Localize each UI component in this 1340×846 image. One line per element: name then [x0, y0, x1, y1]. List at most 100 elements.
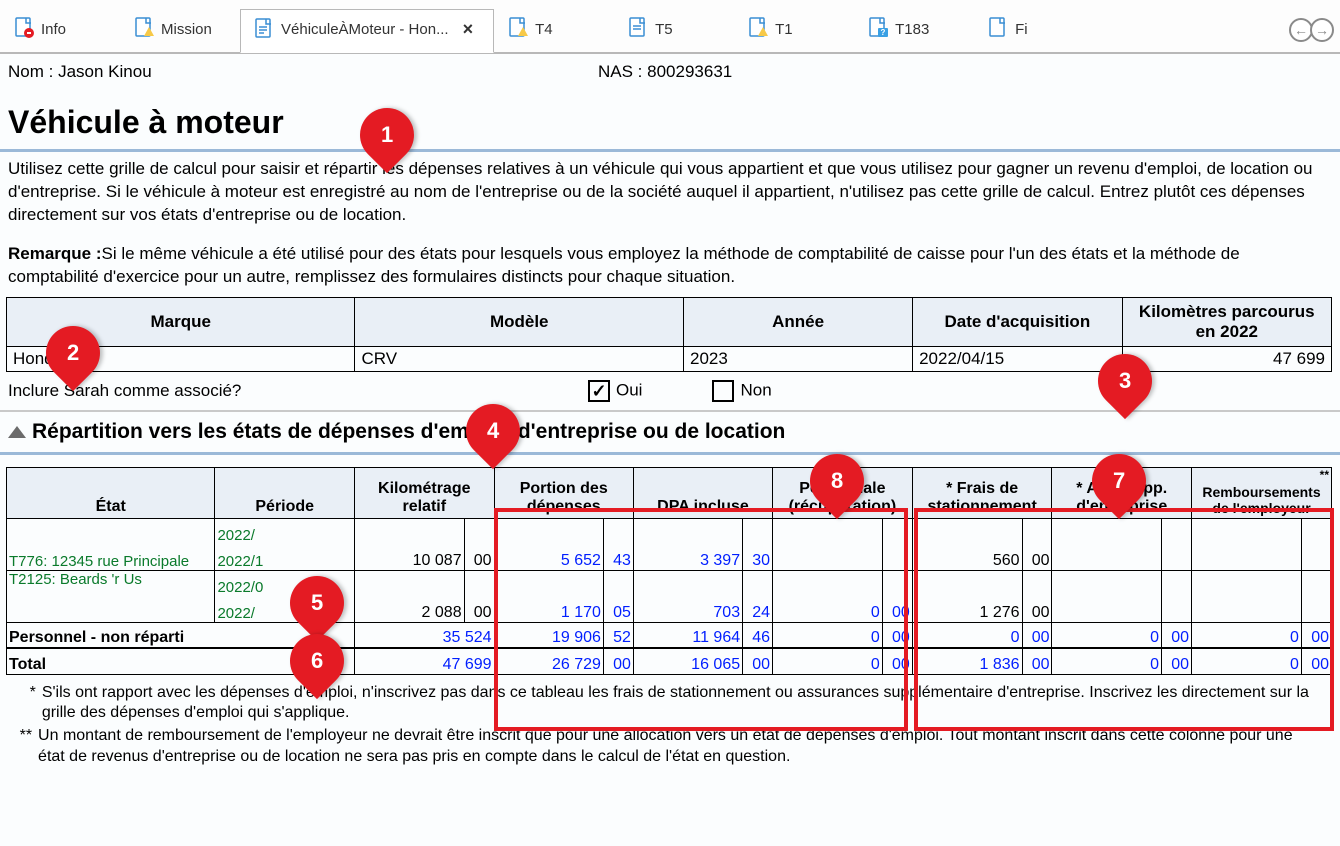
cell-ass-int: 0 — [1052, 622, 1162, 648]
cell-frais-int[interactable]: 560 — [912, 518, 1022, 570]
col-date-acq: Date d'acquisition — [913, 297, 1122, 346]
nav-forward-icon[interactable]: → — [1310, 18, 1334, 42]
col-remb-star: ** — [1192, 467, 1332, 482]
cell-modele[interactable]: CRV — [355, 346, 684, 371]
cell-frais-dec: 00 — [1022, 648, 1052, 674]
divider — [0, 452, 1340, 455]
tab-label: VéhiculeÀMoteur - Hon... — [281, 21, 449, 38]
col-portion: Portion des dépenses — [494, 467, 633, 518]
oui-label: Oui — [616, 380, 642, 399]
cell-km[interactable]: 47 699 — [1122, 346, 1331, 371]
section-header[interactable]: Répartition vers les états de dépenses d… — [0, 414, 1340, 450]
cell-km-int[interactable]: 10 087 — [355, 518, 465, 570]
cell-km-int[interactable]: 2 088 — [355, 570, 465, 622]
cell-portion-int: 26 729 — [494, 648, 603, 674]
cell-portion-dec[interactable]: 05 — [603, 570, 633, 622]
cell-period-a[interactable]: 2022/ — [217, 527, 255, 544]
cell-frais-dec[interactable]: 00 — [1022, 570, 1052, 622]
col-km-rel: Kilométrage relatif — [355, 467, 495, 518]
cell-etat[interactable]: T2125: Beards 'r Us — [7, 570, 215, 622]
cell-dpa-int[interactable]: 703 — [633, 570, 742, 622]
close-icon[interactable]: × — [463, 19, 474, 40]
remarque-body: Si le même véhicule a été utilisé pour d… — [8, 244, 1240, 286]
cell-date-acq[interactable]: 2022/04/15 — [913, 346, 1122, 371]
cell-frais-int: 0 — [912, 622, 1022, 648]
header-row: Nom : Jason Kinou NAS : 800293631 — [0, 54, 1340, 86]
doc-icon — [629, 17, 649, 41]
cell-portion-int[interactable]: 5 652 — [494, 518, 603, 570]
divider — [0, 149, 1340, 152]
tab-fi[interactable]: Fi — [974, 8, 1034, 52]
associate-question: Inclure Sarah comme associé? — [8, 381, 568, 401]
table-row: T2125: Beards 'r Us 2022/0 au 2 088 00 1… — [7, 570, 1332, 596]
cell-perte-dec[interactable] — [882, 518, 912, 570]
tab-vehicule-active[interactable]: VéhiculeÀMoteur - Hon... × — [240, 9, 494, 53]
tab-t183[interactable]: ? T183 — [854, 8, 974, 52]
cell-portion-int[interactable]: 1 170 — [494, 570, 603, 622]
cell-ass-dec[interactable] — [1162, 518, 1192, 570]
cell-etat[interactable]: T776: 12345 rue Principale — [7, 518, 215, 570]
remarque-text: Remarque :Si le même véhicule a été util… — [0, 243, 1340, 289]
col-modele: Modèle — [355, 297, 684, 346]
cell-dpa-int[interactable]: 3 397 — [633, 518, 742, 570]
cell-portion-dec[interactable]: 43 — [603, 518, 633, 570]
tab-label: Mission — [161, 21, 212, 38]
cell-remb-int[interactable] — [1192, 518, 1302, 570]
cell-perte-dec[interactable]: 00 — [882, 570, 912, 622]
cell-frais-dec: 00 — [1022, 622, 1052, 648]
cell-dpa-dec[interactable]: 30 — [743, 518, 773, 570]
cell-remb-int[interactable] — [1192, 570, 1302, 622]
checkbox-oui[interactable]: ✓ Oui — [588, 380, 642, 402]
non-label: Non — [740, 380, 771, 399]
nom-value: Jason Kinou — [58, 62, 152, 81]
cell-frais-int[interactable]: 1 276 — [912, 570, 1022, 622]
nas-value: 800293631 — [647, 62, 732, 81]
col-remb: Remboursements de l'employeur — [1192, 482, 1332, 519]
cell-portion-int: 19 906 — [494, 622, 603, 648]
doc-icon — [255, 18, 275, 42]
fn1-text: S'ils ont rapport avec les dépenses d'em… — [42, 683, 1322, 725]
checkbox-empty-icon — [712, 380, 734, 402]
tab-mission[interactable]: Mission — [120, 8, 240, 52]
cell-remb-int: 0 — [1192, 648, 1302, 674]
tab-info[interactable]: Info — [0, 8, 120, 52]
cell-dpa-int: 16 065 — [633, 648, 742, 674]
cell-ass-int[interactable] — [1052, 570, 1162, 622]
cell-dpa-dec: 46 — [743, 622, 773, 648]
cell-frais-dec[interactable]: 00 — [1022, 518, 1052, 570]
cell-km-dec[interactable]: 00 — [464, 518, 494, 570]
cell-km-dec[interactable]: 00 — [464, 570, 494, 622]
content-area: Nom : Jason Kinou NAS : 800293631 Véhicu… — [0, 54, 1340, 778]
fn2-mark: ** — [18, 726, 32, 768]
cell-perte-int[interactable] — [773, 518, 883, 570]
cell-dpa-dec[interactable]: 24 — [743, 570, 773, 622]
cell-period-a[interactable]: 2022/0 — [217, 579, 263, 596]
cell-ass-int[interactable] — [1052, 518, 1162, 570]
tab-label: T183 — [895, 21, 929, 38]
cell-remb-dec[interactable] — [1301, 570, 1331, 622]
checkbox-checked-icon: ✓ — [588, 380, 610, 402]
checkbox-non[interactable]: Non — [712, 380, 771, 402]
cell-remb-dec: 00 — [1301, 648, 1331, 674]
col-periode: Période — [215, 467, 355, 518]
col-dpa: DPA incluse — [633, 467, 772, 518]
svg-text:?: ? — [881, 28, 886, 37]
cell-perte-int[interactable]: 0 — [773, 570, 883, 622]
tab-t4[interactable]: T4 — [494, 8, 614, 52]
col-annee: Année — [684, 297, 913, 346]
cell-perte-int: 0 — [773, 648, 883, 674]
cell-ass-dec: 00 — [1162, 648, 1192, 674]
cell-dpa-dec: 00 — [743, 648, 773, 674]
cell-remb-dec: 00 — [1301, 622, 1331, 648]
cell-period-b[interactable]: 2022/1 — [215, 544, 355, 570]
cell-perte-dec: 00 — [882, 648, 912, 674]
tab-label: T4 — [535, 21, 553, 38]
cell-remb-dec[interactable] — [1301, 518, 1331, 570]
cell-perte-dec: 00 — [882, 622, 912, 648]
remarque-label: Remarque : — [8, 244, 102, 263]
cell-remb-int: 0 — [1192, 622, 1302, 648]
cell-ass-dec[interactable] — [1162, 570, 1192, 622]
tab-t1[interactable]: T1 — [734, 8, 854, 52]
tab-t5[interactable]: T5 — [614, 8, 734, 52]
cell-annee[interactable]: 2023 — [684, 346, 913, 371]
